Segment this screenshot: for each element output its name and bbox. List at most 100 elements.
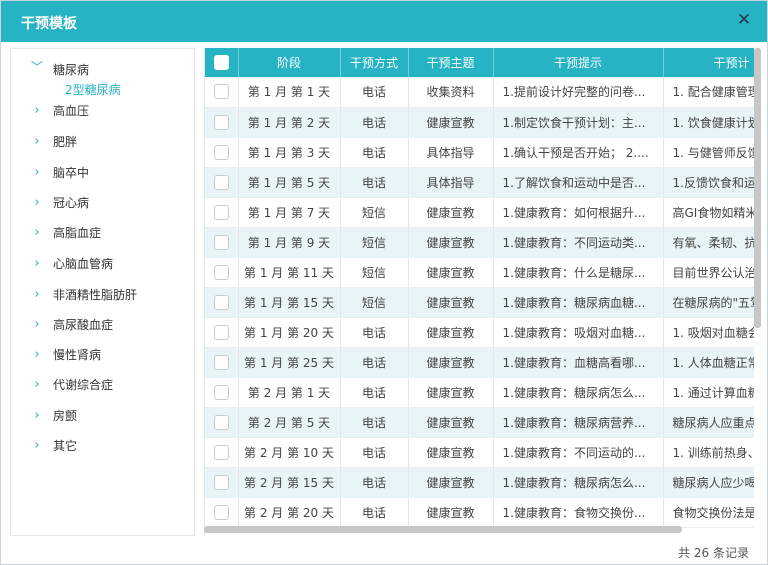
chevron-right-icon[interactable]: › [30,376,44,394]
chevron-right-icon[interactable]: › [30,255,44,273]
vertical-scrollbar[interactable] [754,48,761,328]
chevron-right-icon[interactable]: › [30,286,44,304]
row-checkbox-cell [205,257,239,288]
tree-item[interactable]: › 高血压 [11,102,194,120]
table-row[interactable]: 第 1 月 第 7 天短信 健康宣教 1.健康教育：如何根据升... 高GI食物如精米 [205,197,754,228]
table-row[interactable]: 第 1 月 第 2 天电话 健康宣教 1.制定饮食干预计划：主... 1. 饮食健康计… [205,107,754,138]
cell-method: 短信 [340,197,409,228]
column-header-method[interactable]: 干预方式 [340,48,409,77]
select-all-checkbox-cell [205,48,239,77]
tree-item[interactable]: › 脑卒中 [11,164,194,182]
tree-item[interactable]: › 心脑血管病 [11,255,194,273]
cell-plan: 1. 饮食健康计划 [663,107,754,138]
chevron-right-icon[interactable]: › [30,102,44,120]
cell-hint: 1.健康教育：吸烟对血糖... [493,317,664,348]
chevron-right-icon[interactable]: › [30,346,44,364]
intervention-template-dialog: 干预模板 ✕ ﹀ 糖尿病 › 高血压 › 肥胖 › 脑卒中 › 冠心病 › 高脂血症 › 心脑血管病 › 非酒… [0,0,768,565]
horizontal-scrollbar[interactable] [204,526,682,533]
tree-item[interactable]: ﹀ 糖尿病 [11,58,194,79]
tree-item-label: 高脂血症 [53,226,102,240]
tree-item[interactable]: › 其它 [11,437,194,455]
table-row[interactable]: 第 2 月 第 20 天电话 健康宣教 1.健康教育：食物交换份... 食物交换份法是 [205,497,754,528]
cell-plan: 1. 吸烟对血糖会 [663,317,754,348]
cell-hint: 1.健康教育：如何根据升... [493,197,664,228]
tree-item[interactable]: › 慢性肾病 [11,346,194,364]
table-row[interactable]: 第 1 月 第 3 天电话 具体指导 1.确认干预是否开始； 2.... 1. 与健管… [205,137,754,168]
column-header-topic[interactable]: 干预主题 [408,48,494,77]
cell-hint: 1.健康教育：糖尿病怎么... [493,467,664,498]
tree-item-label: 心脑血管病 [53,257,114,271]
table-row[interactable]: 第 2 月 第 10 天电话 健康宣教 1.健康教育：不同运动的... 1. 训练前热… [205,437,754,468]
table-row[interactable]: 第 2 月 第 5 天电话 健康宣教 1.健康教育：糖尿病营养... 糖尿病人应重点 [205,407,754,438]
row-checkbox-cell [205,167,239,198]
close-icon[interactable]: ✕ [735,11,753,29]
tree-item[interactable]: › 房颤 [11,407,194,425]
cell-plan: 目前世界公认治 [663,257,754,288]
row-checkbox[interactable] [213,384,229,400]
row-checkbox[interactable] [213,264,229,280]
row-checkbox[interactable] [213,204,229,220]
row-checkbox[interactable] [213,354,229,370]
chevron-right-icon[interactable]: › [30,164,44,182]
tree-item[interactable]: › 冠心病 [11,194,194,212]
cell-stage: 第 1 月 第 1 天 [238,77,341,108]
table-row[interactable]: 第 1 月 第 20 天电话 健康宣教 1.健康教育：吸烟对血糖... 1. 吸烟对血… [205,317,754,348]
row-checkbox[interactable] [213,444,229,460]
cell-stage: 第 2 月 第 15 天 [238,467,341,498]
cell-method: 电话 [340,407,409,438]
cell-plan: 1. 通过计算血糖 [663,377,754,408]
row-checkbox-cell [205,137,239,168]
row-checkbox[interactable] [213,144,229,160]
cell-topic: 健康宣教 [408,287,494,318]
chevron-right-icon[interactable]: › [30,437,44,455]
table-row[interactable]: 第 1 月 第 15 天短信 健康宣教 1.健康教育：糖尿病血糖... 在糖尿病的"五… [205,287,754,318]
cell-topic: 健康宣教 [408,347,494,378]
tree-item[interactable]: › 高尿酸血症 [11,316,194,334]
chevron-down-icon[interactable]: ﹀ [30,58,44,76]
column-header-hint[interactable]: 干预提示 [493,48,664,77]
tree-item[interactable]: › 非酒精性脂肪肝 [11,286,194,304]
cell-plan: 高GI食物如精米 [663,197,754,228]
cell-hint: 1.提前设计好完整的问卷... [493,77,664,108]
row-checkbox[interactable] [213,174,229,190]
select-all-checkbox[interactable] [213,55,229,70]
template-table: 阶段 干预方式 干预主题 干预提示 干预计 第 1 月 第 1 天电话 收集资料 1… [204,48,754,535]
column-header-stage[interactable]: 阶段 [238,48,341,77]
chevron-right-icon[interactable]: › [30,133,44,151]
cell-topic: 健康宣教 [408,437,494,468]
tree-item[interactable]: › 高脂血症 [11,224,194,242]
table-row[interactable]: 第 2 月 第 1 天电话 健康宣教 1.健康教育：糖尿病怎么... 1. 通过计算血… [205,377,754,408]
row-checkbox[interactable] [213,84,229,100]
row-checkbox[interactable] [213,114,229,130]
tree-child-item[interactable]: 2型糖尿病 [65,82,121,98]
chevron-right-icon[interactable]: › [30,407,44,425]
tree-item[interactable]: › 代谢综合症 [11,376,194,394]
row-checkbox[interactable] [213,234,229,250]
row-checkbox[interactable] [213,474,229,490]
cell-topic: 健康宣教 [408,467,494,498]
row-checkbox[interactable] [213,294,229,310]
row-checkbox[interactable] [213,504,229,520]
row-checkbox[interactable] [213,324,229,340]
table-row[interactable]: 第 1 月 第 1 天电话 收集资料 1.提前设计好完整的问卷... 1. 配合健康管… [205,77,754,108]
cell-plan: 1. 配合健康管理 [663,77,754,108]
chevron-right-icon[interactable]: › [30,224,44,242]
table-row[interactable]: 第 1 月 第 9 天短信 健康宣教 1.健康教育：不同运动类... 有氧、柔韧、抗 [205,227,754,258]
cell-method: 电话 [340,107,409,138]
table-row[interactable]: 第 1 月 第 11 天短信 健康宣教 1.健康教育：什么是糖尿... 目前世界公认治 [205,257,754,288]
table-row[interactable]: 第 1 月 第 5 天电话 具体指导 1.了解饮食和运动中是否... 1.反馈饮食和运 [205,167,754,198]
column-header-plan[interactable]: 干预计 [663,48,754,77]
cell-plan: 1.反馈饮食和运 [663,167,754,198]
row-checkbox[interactable] [213,414,229,430]
record-count: 共 26 条记录 [678,546,749,560]
table-row[interactable]: 第 1 月 第 25 天电话 健康宣教 1.健康教育：血糖高看哪... 1. 人体血糖… [205,347,754,378]
cell-stage: 第 1 月 第 5 天 [238,167,341,198]
cell-topic: 健康宣教 [408,197,494,228]
tree-item[interactable]: › 肥胖 [11,133,194,151]
table-row[interactable]: 第 2 月 第 15 天电话 健康宣教 1.健康教育：糖尿病怎么... 糖尿病人应少喝 [205,467,754,498]
cell-hint: 1.健康教育：不同运动类... [493,227,664,258]
cell-topic: 健康宣教 [408,257,494,288]
chevron-right-icon[interactable]: › [30,316,44,334]
chevron-right-icon[interactable]: › [30,194,44,212]
cell-plan: 有氧、柔韧、抗 [663,227,754,258]
